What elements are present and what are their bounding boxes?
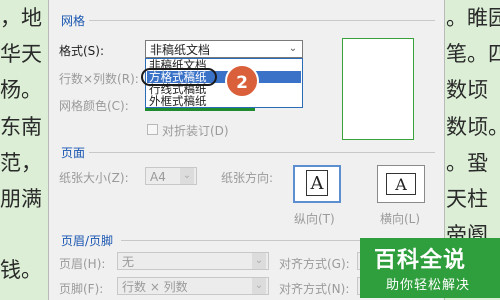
bg-text-left-7: 钱。 (0, 258, 42, 282)
bg-text-left-5: 范， (0, 151, 42, 175)
footer-value: 行数 × 列数 (122, 280, 188, 294)
bg-text-left-1: ，地 (0, 6, 42, 30)
watermark-subtitle: 助你轻松解决 (386, 278, 471, 293)
header-value: 无 (122, 255, 135, 269)
grid-color-label: 网格颜色(C): (59, 99, 129, 113)
paper-size-value: A4 (150, 170, 166, 184)
portrait-label: 纵向(T) (294, 212, 335, 226)
bg-text-right-2: 笔。四 (446, 42, 500, 66)
portrait-page-icon: A (306, 170, 328, 196)
format-option[interactable]: 外框式稿纸 (147, 95, 301, 107)
header-align-label: 对齐方式(G): (279, 257, 350, 271)
header-label: 页眉(H): (59, 257, 106, 271)
orientation-label: 纸张方向: (221, 171, 274, 185)
step-badge: 2 (225, 64, 259, 98)
highlight-outline (141, 68, 217, 86)
bg-text-left-6: 朋满 (0, 187, 42, 211)
portrait-button[interactable]: A (293, 165, 341, 203)
format-select-value: 非稿纸文档 (150, 43, 211, 57)
page-section-divider (89, 152, 435, 153)
landscape-button[interactable]: A (377, 165, 425, 203)
footer-align-label: 对齐方式(N): (279, 282, 350, 296)
header-footer-section-title: 页眉/页脚 (61, 234, 114, 248)
watermark-logo: 百科全说 助你轻松解决 (360, 238, 500, 298)
chevron-down-icon[interactable]: ⌄ (286, 41, 300, 57)
header-select[interactable]: 无 ⌄ (117, 252, 269, 270)
paper-size-select[interactable]: A4 ⌄ (145, 167, 197, 185)
format-label: 格式(S): (59, 44, 105, 58)
page-section-title: 页面 (61, 146, 86, 160)
fold-binding-checkbox[interactable] (147, 124, 158, 135)
bg-text-right-4: 数顷。 (446, 115, 500, 139)
landscape-label: 横向(L) (380, 212, 421, 226)
bg-text-left-4: 东南 (0, 115, 42, 139)
grid-section-title: 网格 (61, 14, 86, 28)
grid-preview (342, 38, 414, 140)
watermark-title: 百科全说 (374, 248, 467, 273)
bg-text-right-6: 天柱 (446, 187, 488, 211)
chevron-down-icon: ⌄ (180, 168, 194, 184)
chevron-down-icon: ⌄ (252, 278, 266, 294)
bg-text-right-5: 。蛩 (446, 151, 488, 175)
fold-binding-label: 对折装订(D) (162, 124, 229, 138)
landscape-page-icon: A (386, 173, 416, 195)
chevron-down-icon: ⌄ (252, 253, 266, 269)
bg-text-left-2: 华天 (0, 42, 42, 66)
paper-size-label: 纸张大小(Z): (59, 171, 129, 185)
bg-text-left-3: 杨。 (0, 78, 42, 102)
footer-label: 页脚(F): (59, 282, 104, 296)
format-select[interactable]: 非稿纸文档 ⌄ (145, 40, 303, 58)
bg-text-right-3: 数顷 (446, 78, 488, 102)
grid-section-divider (89, 20, 435, 21)
rows-cols-label: 行数×列数(R): (59, 72, 139, 86)
footer-select[interactable]: 行数 × 列数 ⌄ (117, 277, 269, 295)
bg-text-right-1: 。睢园 (446, 6, 500, 30)
